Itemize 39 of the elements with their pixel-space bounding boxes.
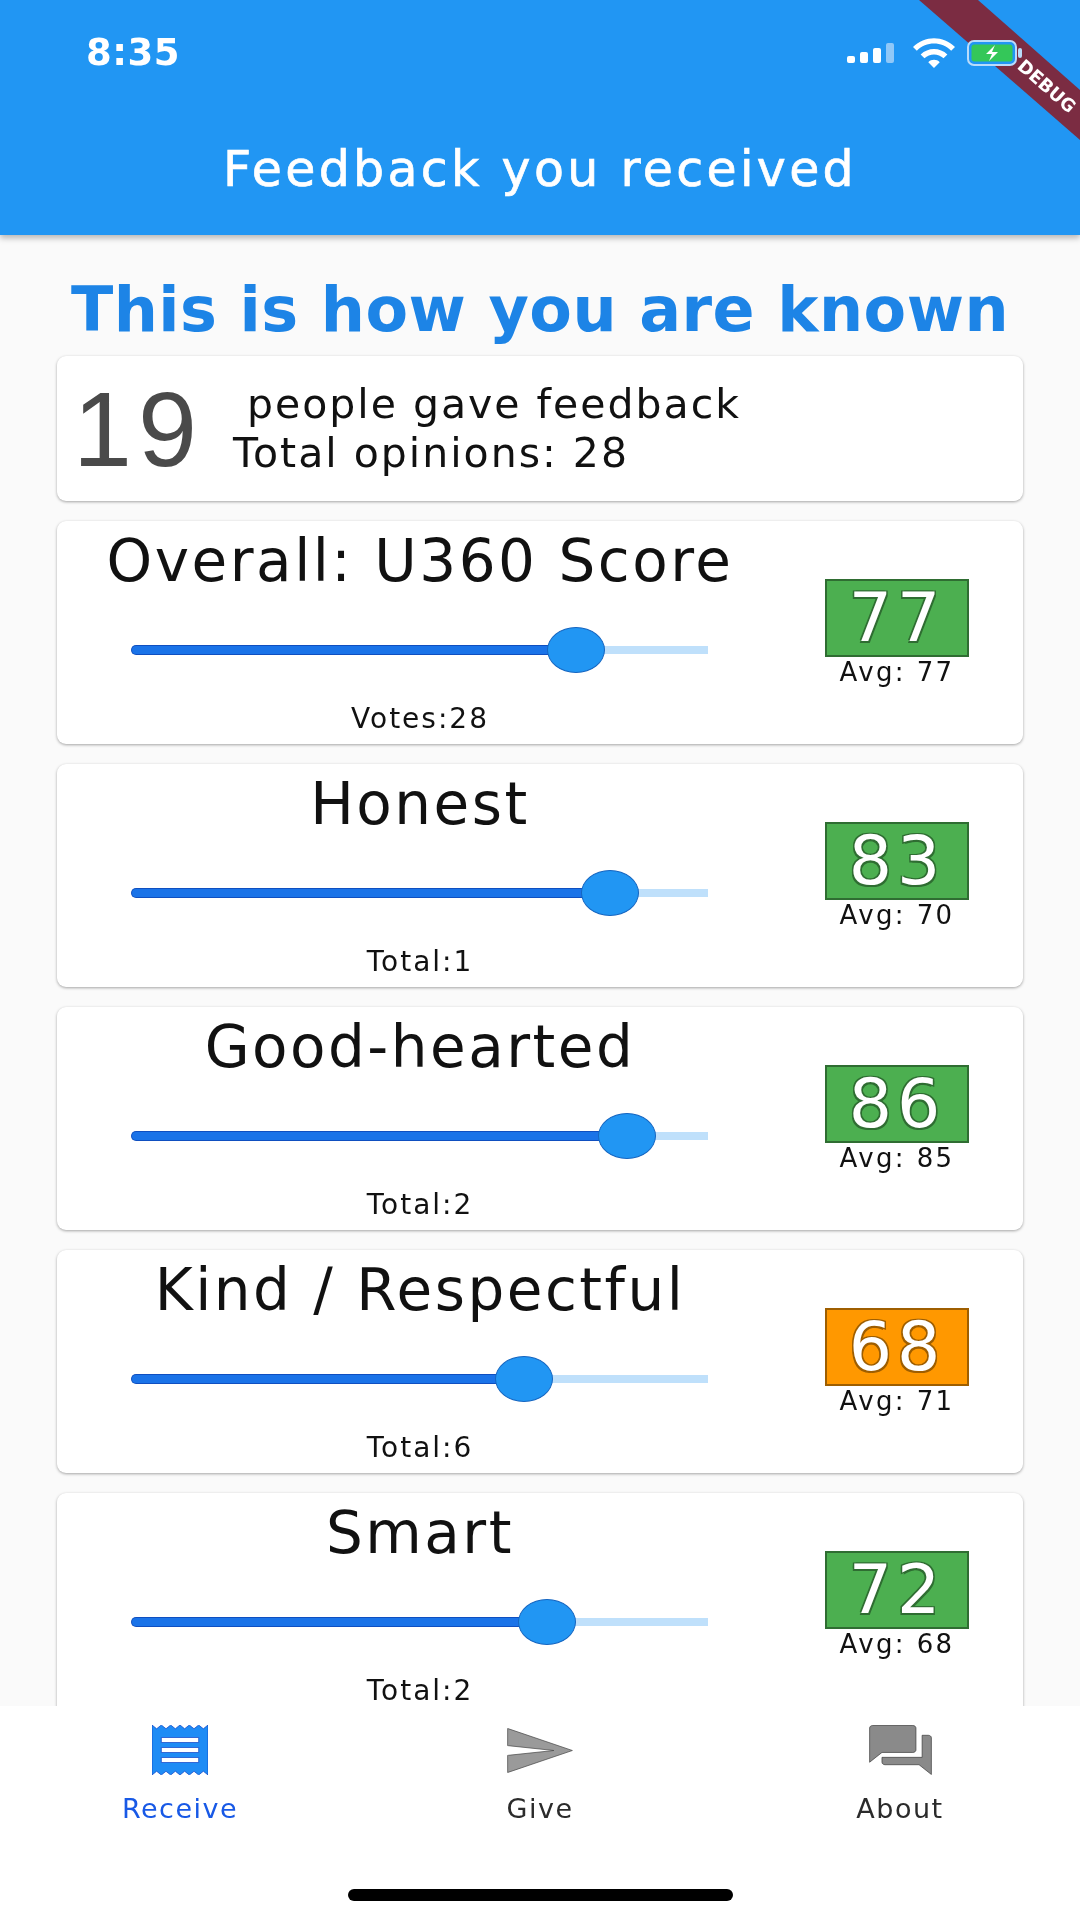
- page-heading: This is how you are known: [69, 274, 1011, 346]
- vote-count: Total:6: [366, 1436, 474, 1460]
- app-bar-title: Feedback you received: [223, 140, 857, 199]
- score-title: Honest: [310, 773, 530, 835]
- nav-tab[interactable]: About: [720, 1706, 1080, 1833]
- chat-bubbles-icon: [868, 1725, 932, 1775]
- vote-count: Total:1: [366, 950, 474, 974]
- slider-thumb[interactable]: [546, 627, 605, 673]
- score-badge: 68: [825, 1308, 969, 1386]
- slider-thumb[interactable]: [598, 1113, 657, 1159]
- score-badge: 77: [825, 579, 969, 657]
- vote-count: Total:2: [366, 1679, 474, 1703]
- average-label: Avg: 71: [839, 1387, 955, 1415]
- score-title: Overall: U360 Score: [106, 530, 734, 592]
- score-badge: 83: [825, 822, 969, 900]
- signal-icon: [847, 43, 894, 63]
- people-label: people gave feedback: [246, 379, 741, 429]
- nav-tab[interactable]: Receive: [0, 1706, 360, 1833]
- slider-thumb[interactable]: [517, 1599, 576, 1645]
- score-title: Kind / Respectful: [154, 1259, 686, 1321]
- receipt-icon: [152, 1725, 208, 1775]
- average-label: Avg: 85: [839, 1144, 955, 1172]
- score-title: Good-hearted: [204, 1016, 636, 1078]
- status-time: 8:35: [86, 31, 181, 75]
- slider-thumb[interactable]: [494, 1356, 553, 1402]
- feedback-count: 19: [73, 373, 203, 484]
- score-badge: 86: [825, 1065, 969, 1143]
- opinions-label: Total opinions: 28: [232, 428, 631, 478]
- vote-count: Total:2: [366, 1193, 474, 1217]
- vote-count: Votes:28: [351, 707, 489, 731]
- score-title: Smart: [326, 1502, 514, 1564]
- slider-thumb[interactable]: [581, 870, 640, 916]
- average-label: Avg: 77: [839, 658, 955, 686]
- send-icon: [507, 1727, 573, 1773]
- average-label: Avg: 70: [839, 901, 955, 929]
- score-badge: 72: [825, 1551, 969, 1629]
- wifi-icon: [913, 38, 955, 68]
- nav-tab[interactable]: Give: [360, 1706, 720, 1833]
- average-label: Avg: 68: [839, 1630, 955, 1658]
